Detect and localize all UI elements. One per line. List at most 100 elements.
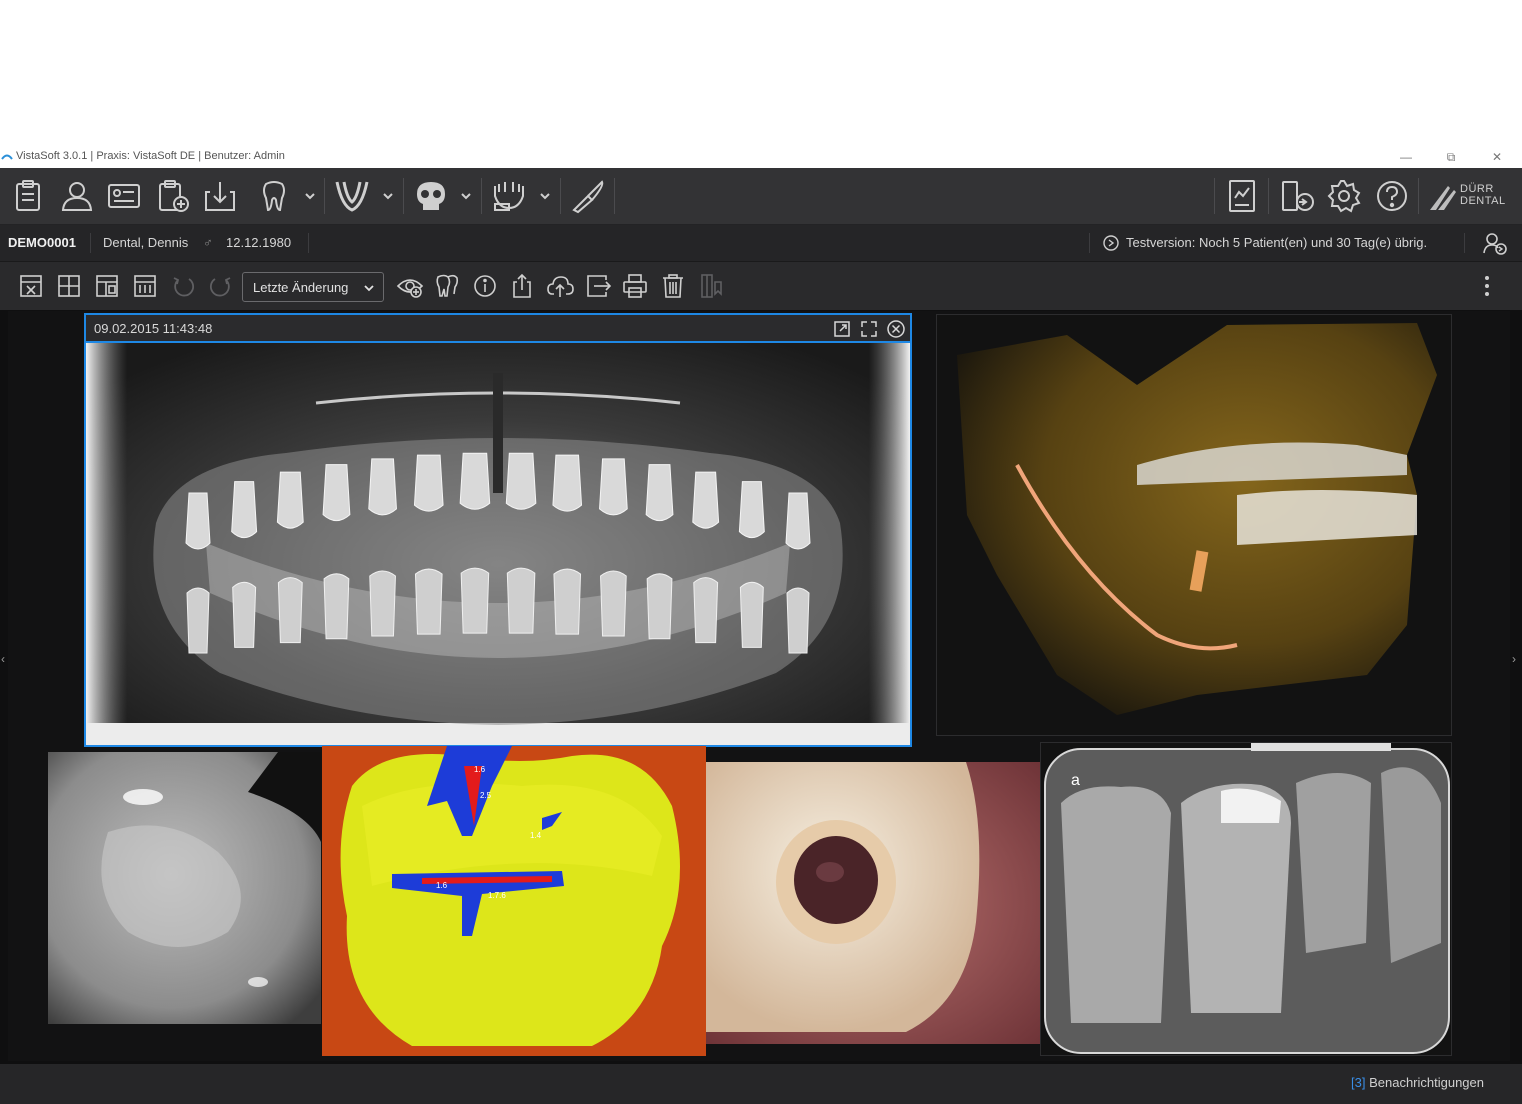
upload-cloud-icon[interactable] [546,272,574,300]
single-view-icon[interactable] [17,272,45,300]
bitewing-xray-image: a [1041,743,1451,1055]
lower-tooth-shape [786,587,810,654]
toolbar-divider [481,178,482,214]
layout-icon[interactable] [93,272,121,300]
right-panel-toggle-icon[interactable]: › [1512,652,1516,666]
upper-tooth-shape [368,458,397,516]
open-external-icon[interactable] [832,319,852,339]
lower-tooth-shape [460,567,490,634]
bitewing-xray[interactable]: a [1040,742,1452,1056]
notification-count: [3] [1350,1075,1366,1090]
scalpel-icon[interactable] [570,178,606,214]
close-tile-icon[interactable] [886,319,906,339]
bitewing-marker: a [1071,772,1080,789]
patient-bar: DEMO0001 Dental, Dennis ♂ 12.12.1980 Tes… [0,225,1522,262]
grid-view-icon[interactable] [55,272,83,300]
lower-tooth-shape [506,567,536,634]
sort-dropdown[interactable]: Letzte Änderung [242,272,384,302]
patient-bar-divider [1464,233,1465,253]
export-icon[interactable] [508,272,536,300]
jaw-arch-icon[interactable] [334,178,370,214]
lower-tooth-shape [553,568,582,635]
patient-bar-divider [308,233,309,253]
toolbar-divider [1268,178,1269,214]
clock-play-icon [1103,235,1119,251]
upper-tooth-shape [645,464,674,522]
tooth-chevron-down-icon[interactable] [304,191,316,201]
notification-label: Benachrichtigungen [1369,1075,1484,1090]
tooth-icon[interactable] [256,178,292,214]
lower-tooth-shape [693,577,719,644]
left-panel-toggle-icon[interactable]: ‹ [1,652,5,666]
lower-tooth-shape [414,568,443,635]
tooth-chart-icon[interactable] [433,272,461,300]
skull-chevron-down-icon[interactable] [460,191,472,201]
help-icon[interactable] [1374,178,1410,214]
dental-model-icon[interactable] [491,178,527,214]
lower-tooth-shape [232,581,257,648]
notifications-link[interactable]: [3] Benachrichtigungen [1351,1075,1484,1090]
upper-tooth-shape [552,454,583,512]
patient-id[interactable]: DEMO0001 [8,235,76,250]
patient-switch-icon[interactable] [1482,231,1508,255]
upper-tooth-shape [185,492,211,550]
lower-tooth-shape [739,581,764,648]
jaw-chevron-down-icon[interactable] [382,191,394,201]
app-logo-icon [1,154,13,160]
toolbar-divider [1214,178,1215,214]
lower-tooth-shape [600,570,627,637]
lower-tooth-shape [646,573,673,640]
caries-detection-map[interactable]: 1.6 2.5 1.4 1.6 1.7.6 [322,746,706,1056]
skull-icon[interactable] [413,178,449,214]
3d-volume-render-image [937,315,1451,735]
lower-tooth-shape [186,587,210,654]
delete-icon[interactable] [659,272,687,300]
add-record-icon[interactable] [155,178,191,214]
durr-logo-icon [1430,186,1456,210]
view-icon[interactable] [396,272,424,300]
upper-tooth-shape [785,492,811,550]
3d-volume-render[interactable] [936,314,1452,736]
window-title: VistaSoft 3.0.1 | Praxis: VistaSoft DE |… [16,150,285,162]
print-icon[interactable] [621,272,649,300]
upper-tooth-shape [276,471,304,529]
caries-label: 1.7.6 [488,891,506,900]
undo-icon[interactable] [169,272,197,300]
compare-icon[interactable] [131,272,159,300]
panoramic-xray[interactable] [86,343,910,745]
intraoral-grayscale[interactable] [48,752,321,1024]
redo-icon[interactable] [207,272,235,300]
more-icon[interactable] [1473,272,1501,300]
upper-tooth-shape [231,481,258,539]
viewer-toolbar: Letzte Änderung [0,262,1522,310]
patient-icon[interactable] [59,178,95,214]
minimize-button[interactable]: — [1393,148,1419,166]
upper-tooth-shape [322,464,351,522]
patient-name[interactable]: Dental, Dennis [103,235,188,250]
upper-tooth-shape [505,452,537,510]
intraoral-photo[interactable] [706,762,1040,1044]
status-bar: [3] Benachrichtigungen [0,1064,1522,1104]
import-icon[interactable] [202,178,238,214]
lower-tooth-shape [323,573,350,640]
clipboard-icon[interactable] [11,178,47,214]
bookmark-icon[interactable] [697,272,725,300]
patient-card-icon[interactable] [106,178,142,214]
toolbar-divider [403,178,404,214]
model-chevron-down-icon[interactable] [539,191,551,201]
selected-tile-header: 09.02.2015 11:43:48 [84,313,912,343]
toolbar-divider [324,178,325,214]
brand-wordmark: DÜRR DENTAL [1460,183,1506,207]
patient-bar-divider [90,233,91,253]
brand-line-2: DENTAL [1460,195,1506,207]
forward-icon[interactable] [584,272,612,300]
info-icon[interactable] [471,272,499,300]
fullscreen-icon[interactable] [859,319,879,339]
close-button[interactable]: ✕ [1484,148,1510,166]
restore-button[interactable]: ⧉ [1438,148,1464,166]
caries-label: 2.5 [480,791,492,800]
lower-tooth-shape [277,577,303,644]
report-icon[interactable] [1224,178,1260,214]
gear-icon[interactable] [1326,178,1362,214]
export-device-icon[interactable] [1279,178,1315,214]
